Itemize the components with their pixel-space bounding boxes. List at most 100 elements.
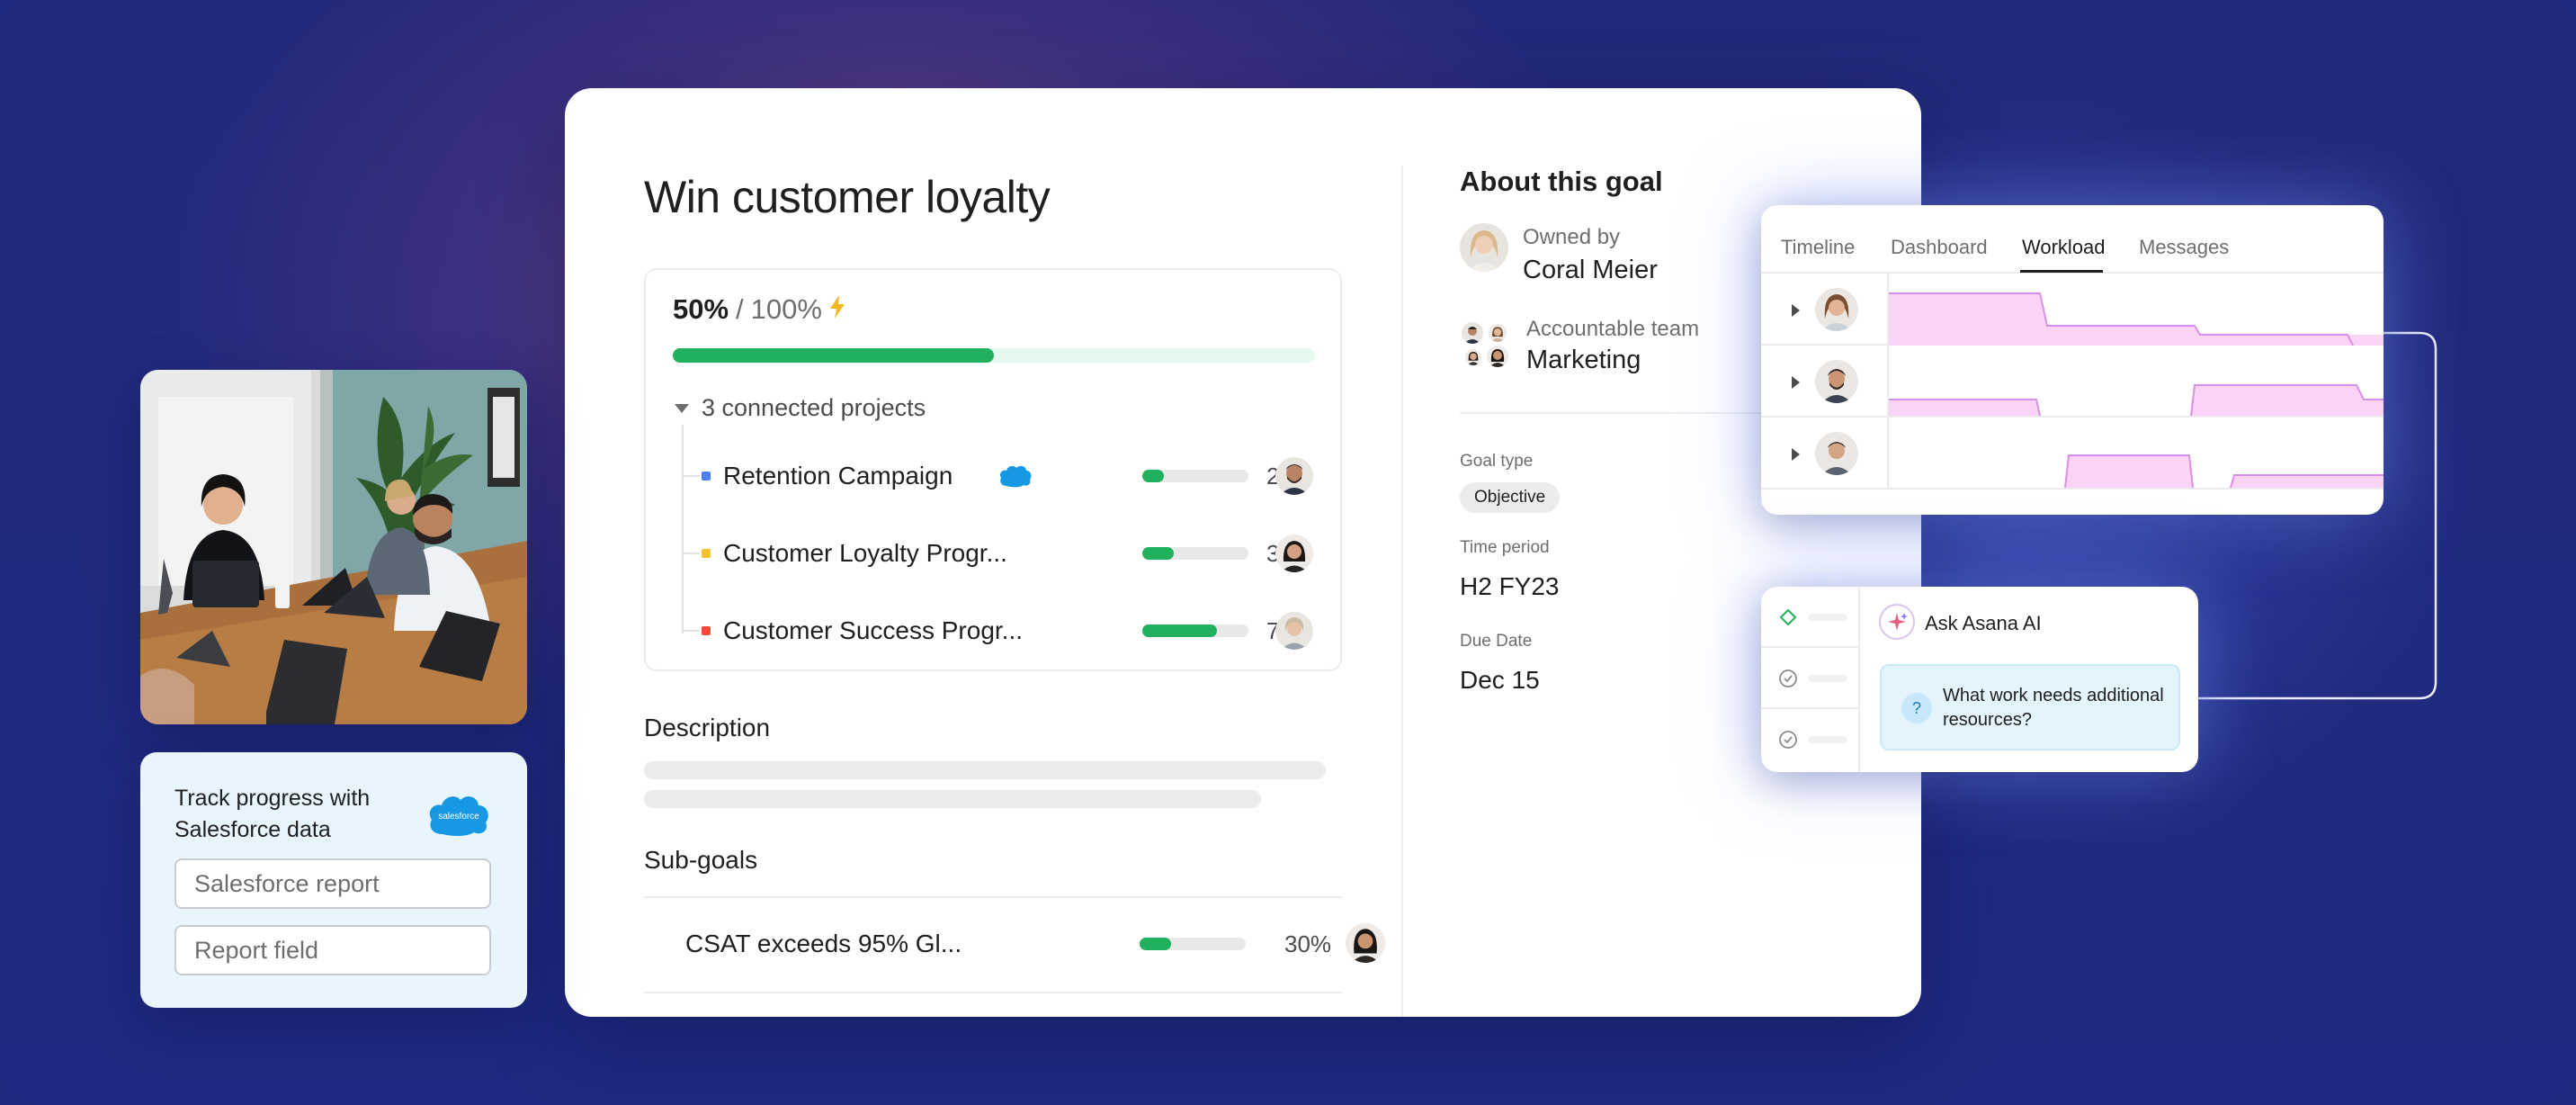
workload-row[interactable] bbox=[1761, 274, 2384, 346]
project-progress-bar bbox=[1142, 470, 1248, 482]
task-placeholder bbox=[1808, 736, 1847, 743]
avatar bbox=[1489, 324, 1507, 342]
due-date-label: Due Date bbox=[1460, 632, 1533, 651]
asana-ai-panel: Ask Asana AI ? What work needs additiona… bbox=[1761, 587, 2198, 772]
team-label: Accountable team bbox=[1526, 317, 1700, 341]
task-row[interactable] bbox=[1761, 587, 1860, 648]
task-placeholder bbox=[1808, 675, 1847, 682]
about-heading: About this goal bbox=[1460, 166, 1663, 197]
goal-progress-panel: 50% / 100% 3 connected projects Retentio… bbox=[644, 268, 1342, 671]
project-color-dot bbox=[702, 626, 711, 635]
check-circle-icon[interactable] bbox=[1777, 729, 1799, 750]
salesforce-cloud-icon bbox=[999, 465, 1032, 488]
project-row[interactable]: Customer Success Progr... 70% bbox=[682, 605, 1313, 659]
tree-elbow bbox=[682, 552, 700, 554]
project-name[interactable]: Customer Success Progr... bbox=[723, 616, 1023, 645]
description-heading: Description bbox=[644, 714, 771, 741]
team-meeting-photo bbox=[140, 370, 527, 724]
avatar[interactable] bbox=[1275, 612, 1313, 650]
avatar bbox=[1465, 349, 1481, 365]
tree-elbow bbox=[682, 630, 700, 632]
task-row[interactable] bbox=[1761, 709, 1860, 770]
connected-projects-toggle[interactable]: 3 connected projects bbox=[673, 394, 926, 422]
workload-row-header bbox=[1761, 346, 1889, 418]
workload-row[interactable] bbox=[1761, 418, 2384, 490]
goal-title: Win customer loyalty bbox=[644, 172, 1051, 222]
bolt-icon bbox=[829, 295, 845, 319]
project-color-dot bbox=[702, 472, 711, 481]
goal-percent-target: 100% bbox=[750, 293, 822, 325]
subgoals-divider bbox=[644, 896, 1342, 898]
meeting-illustration bbox=[140, 370, 527, 724]
column-divider bbox=[1401, 166, 1403, 1017]
project-row[interactable]: Retention Campaign 20% bbox=[682, 450, 1313, 504]
description-placeholder-line bbox=[644, 761, 1326, 779]
subgoal-progress-bar bbox=[1140, 938, 1246, 950]
team-avatars bbox=[1460, 320, 1510, 371]
project-row[interactable]: Customer Loyalty Progr... 30% bbox=[682, 527, 1313, 581]
goal-percent: 50% / 100% bbox=[673, 293, 845, 326]
task-row[interactable] bbox=[1761, 648, 1860, 709]
owner-name[interactable]: Coral Meier bbox=[1523, 256, 1658, 285]
active-tab-indicator bbox=[2020, 270, 2103, 273]
salesforce-integration-card: Track progress with Salesforce data sale… bbox=[140, 752, 527, 1008]
workload-row-header bbox=[1761, 418, 1889, 490]
report-field-input[interactable] bbox=[174, 925, 491, 975]
workload-graph bbox=[2064, 454, 2384, 489]
avatar[interactable] bbox=[1815, 432, 1858, 475]
avatar[interactable] bbox=[1275, 535, 1313, 572]
project-progress-fill bbox=[1142, 624, 1217, 637]
ai-task-list bbox=[1761, 587, 1860, 772]
chevron-right-icon[interactable] bbox=[1792, 304, 1800, 317]
goal-type-label: Goal type bbox=[1460, 452, 1534, 471]
ai-title: Ask Asana AI bbox=[1925, 612, 2042, 634]
workload-tabs: Timeline Dashboard Workload Messages bbox=[1761, 205, 2384, 274]
project-color-dot bbox=[702, 549, 711, 558]
subgoal-percent: 30% bbox=[1284, 930, 1332, 957]
project-progress-fill bbox=[1142, 470, 1164, 482]
description-placeholder-line bbox=[644, 790, 1261, 808]
subgoal-row[interactable]: CSAT exceeds 95% Gl... 30% bbox=[644, 918, 1385, 972]
project-name[interactable]: Customer Loyalty Progr... bbox=[723, 539, 1007, 568]
time-period-label: Time period bbox=[1460, 538, 1550, 557]
tab-timeline[interactable]: Timeline bbox=[1781, 236, 1855, 259]
tab-workload[interactable]: Workload bbox=[2022, 236, 2106, 259]
goal-progress-fill bbox=[673, 348, 994, 363]
project-progress-fill bbox=[1142, 547, 1175, 560]
time-period-value[interactable]: H2 FY23 bbox=[1460, 572, 1560, 601]
ai-question-text: What work needs additional resources? bbox=[1943, 686, 2164, 730]
owner-label: Owned by bbox=[1523, 225, 1621, 249]
project-name[interactable]: Retention Campaign bbox=[723, 462, 953, 490]
chevron-down-icon bbox=[675, 403, 689, 413]
salesforce-logo: salesforce bbox=[429, 796, 488, 837]
goal-progress-bar bbox=[673, 348, 1315, 363]
goal-percent-current: 50% bbox=[673, 293, 729, 325]
goal-type-pill[interactable]: Objective bbox=[1460, 482, 1561, 513]
check-circle-icon[interactable] bbox=[1777, 668, 1799, 689]
team-name[interactable]: Marketing bbox=[1526, 346, 1641, 375]
chevron-right-icon[interactable] bbox=[1792, 448, 1800, 461]
diamond-icon bbox=[1779, 608, 1797, 626]
subgoal-name[interactable]: CSAT exceeds 95% Gl... bbox=[685, 930, 962, 958]
goal-percent-separator: / bbox=[736, 293, 744, 325]
avatar[interactable] bbox=[1460, 223, 1508, 272]
goal-card: Win customer loyalty 50% / 100% 3 connec… bbox=[565, 88, 1921, 1017]
avatar[interactable] bbox=[1815, 360, 1858, 403]
ai-suggested-question[interactable]: ? What work needs additional resources? bbox=[1880, 664, 2180, 750]
chevron-right-icon[interactable] bbox=[1792, 376, 1800, 389]
avatar[interactable] bbox=[1346, 923, 1385, 963]
project-progress-bar bbox=[1142, 624, 1248, 637]
question-icon: ? bbox=[1901, 693, 1932, 723]
tree-elbow bbox=[682, 475, 700, 477]
subgoals-heading: Sub-goals bbox=[644, 846, 758, 874]
salesforce-report-input[interactable] bbox=[174, 858, 491, 909]
workload-row[interactable] bbox=[1761, 346, 2384, 418]
workload-graph bbox=[1889, 384, 2384, 417]
avatar[interactable] bbox=[1815, 288, 1858, 331]
workload-panel: Timeline Dashboard Workload Messages bbox=[1761, 205, 2384, 515]
avatar[interactable] bbox=[1275, 457, 1313, 495]
salesforce-logo-text: salesforce bbox=[438, 812, 479, 822]
tab-dashboard[interactable]: Dashboard bbox=[1891, 236, 1988, 259]
due-date-value[interactable]: Dec 15 bbox=[1460, 666, 1540, 695]
tab-messages[interactable]: Messages bbox=[2139, 236, 2229, 259]
